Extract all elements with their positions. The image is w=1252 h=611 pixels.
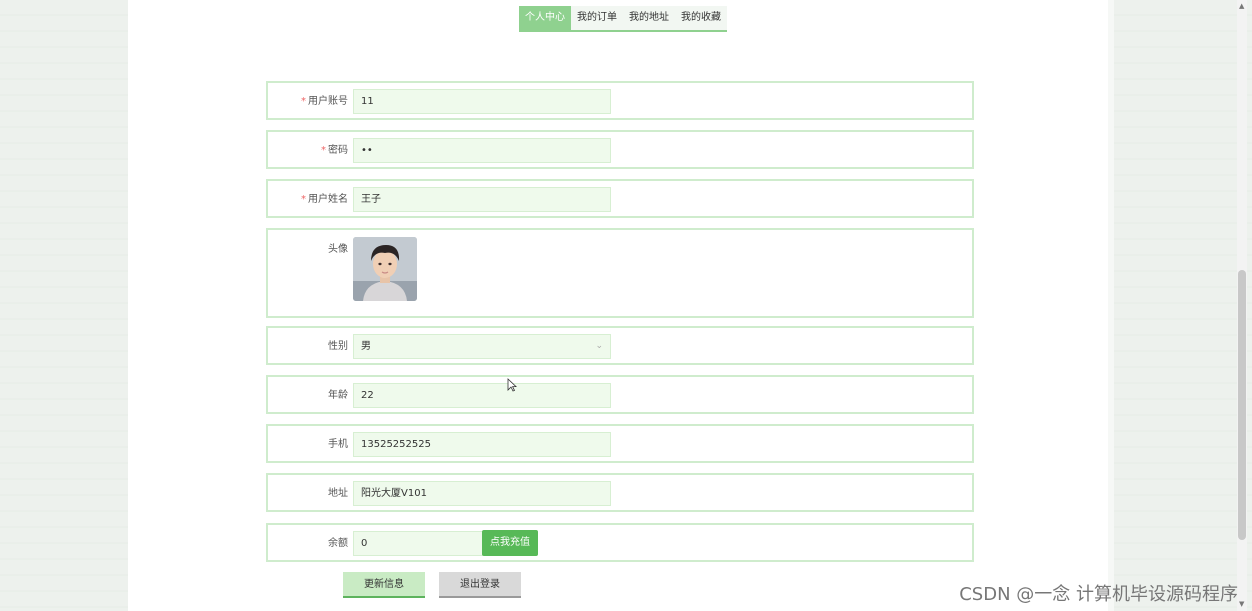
form-row-phone: 手机 13525252525 bbox=[266, 424, 974, 463]
form-row-name: * 用户姓名 王子 bbox=[266, 179, 974, 218]
tab-user-center[interactable]: 个人中心 bbox=[519, 6, 571, 30]
gender-label: 性别 bbox=[328, 341, 348, 352]
avatar-image[interactable] bbox=[353, 237, 417, 301]
address-label: 地址 bbox=[328, 488, 348, 499]
balance-input[interactable]: 0 bbox=[353, 531, 483, 556]
scroll-up-icon[interactable]: ▲ bbox=[1239, 2, 1244, 10]
gender-value: 男 bbox=[361, 341, 371, 352]
recharge-button[interactable]: 点我充值 bbox=[482, 530, 538, 556]
balance-label: 余额 bbox=[328, 538, 348, 549]
avatar-portrait bbox=[353, 237, 417, 301]
gender-select[interactable]: 男 ⌄ bbox=[353, 334, 611, 359]
scrollbar-thumb[interactable] bbox=[1238, 270, 1246, 540]
password-label-text: 密码 bbox=[328, 145, 348, 156]
form-row-avatar: 头像 bbox=[266, 228, 974, 318]
background-left bbox=[0, 0, 128, 611]
background-right bbox=[1114, 0, 1252, 611]
name-input[interactable]: 王子 bbox=[353, 187, 611, 212]
form-row-password: * 密码 •• bbox=[266, 130, 974, 169]
required-mark: * bbox=[321, 145, 326, 156]
watermark: CSDN @一念 计算机毕设源码程序 bbox=[959, 584, 1238, 605]
required-mark: * bbox=[301, 96, 306, 107]
account-label-text: 用户账号 bbox=[308, 96, 348, 107]
tab-my-favorites[interactable]: 我的收藏 bbox=[675, 6, 727, 30]
phone-input[interactable]: 13525252525 bbox=[353, 432, 611, 457]
scroll-down-icon[interactable]: ▼ bbox=[1239, 600, 1244, 608]
name-label-text: 用户姓名 bbox=[308, 194, 348, 205]
form-row-balance: 余额 0 点我充值 bbox=[266, 523, 974, 562]
update-info-button[interactable]: 更新信息 bbox=[343, 572, 425, 598]
form-row-gender: 性别 男 ⌄ bbox=[266, 326, 974, 365]
password-label: * 密码 bbox=[268, 132, 348, 169]
phone-label: 手机 bbox=[328, 439, 348, 450]
form-row-account: * 用户账号 11 bbox=[266, 81, 974, 120]
tab-my-orders[interactable]: 我的订单 bbox=[571, 6, 623, 30]
user-center-tabs: 个人中心 我的订单 我的地址 我的收藏 bbox=[519, 6, 727, 32]
avatar-label: 头像 bbox=[328, 244, 348, 255]
content-edge bbox=[1108, 0, 1114, 611]
mouse-cursor-icon bbox=[507, 378, 517, 392]
chevron-down-icon: ⌄ bbox=[595, 341, 603, 351]
scrollbar[interactable]: ▲ ▼ bbox=[1237, 0, 1247, 611]
tab-my-addresses[interactable]: 我的地址 bbox=[623, 6, 675, 30]
account-label: * 用户账号 bbox=[268, 83, 348, 120]
form-row-age: 年龄 22 bbox=[266, 375, 974, 414]
address-input[interactable]: 阳光大厦V101 bbox=[353, 481, 611, 506]
password-input[interactable]: •• bbox=[353, 138, 611, 163]
name-label: * 用户姓名 bbox=[268, 181, 348, 218]
age-input[interactable]: 22 bbox=[353, 383, 611, 408]
required-mark: * bbox=[301, 194, 306, 205]
logout-button[interactable]: 退出登录 bbox=[439, 572, 521, 598]
account-input[interactable]: 11 bbox=[353, 89, 611, 114]
age-label: 年龄 bbox=[328, 390, 348, 401]
form-row-address: 地址 阳光大厦V101 bbox=[266, 473, 974, 512]
